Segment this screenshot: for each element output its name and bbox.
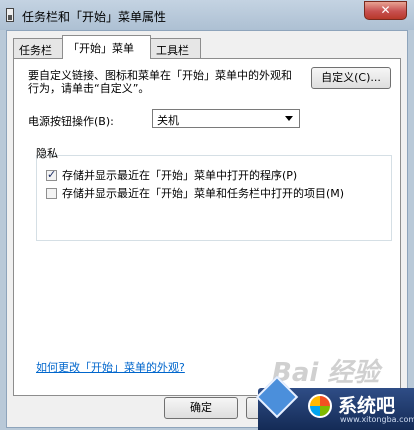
customize-description: 要自定义链接、图标和菜单在「开始」菜单中的外观和行为，请单击“自定义”。 — [28, 69, 292, 95]
baidu-watermark: Bai 经验 — [272, 358, 380, 388]
recent-programs-label: 存储并显示最近在「开始」菜单中打开的程序(P) — [62, 169, 298, 182]
customize-button[interactable]: 自定义(C)... — [311, 67, 391, 89]
ok-button[interactable]: 确定 — [164, 397, 238, 419]
close-button[interactable]: ✕ — [364, 1, 407, 20]
recent-items-label: 存储并显示最近在「开始」菜单和任务栏中打开的项目(M) — [62, 187, 345, 200]
tab-toolbars[interactable]: 工具栏 — [150, 38, 201, 58]
power-button-value: 关机 — [157, 114, 179, 127]
dropdown-arrow-icon — [285, 116, 293, 121]
power-button-select[interactable]: 关机 — [152, 109, 300, 128]
recent-programs-option[interactable]: 存储并显示最近在「开始」菜单中打开的程序(P) — [46, 167, 297, 183]
recent-programs-checkbox[interactable] — [46, 168, 57, 181]
recent-items-option[interactable]: 存储并显示最近在「开始」菜单和任务栏中打开的项目(M) — [46, 185, 344, 201]
start-menu-panel: 要自定义链接、图标和菜单在「开始」菜单中的外观和行为，请单击“自定义”。 自定义… — [13, 58, 401, 396]
tab-start-menu[interactable]: 「开始」菜单 — [62, 35, 151, 59]
brand-url: www.xitongba.com — [340, 415, 414, 424]
tab-taskbar[interactable]: 任务栏 — [13, 38, 63, 58]
title-bar: 任务栏和「开始」菜单属性 ✕ — [0, 0, 414, 30]
close-icon: ✕ — [380, 3, 391, 17]
brand-name: 系统吧 — [338, 395, 396, 417]
power-button-label: 电源按钮操作(B): — [28, 115, 114, 128]
privacy-heading: 隐私 — [36, 147, 58, 160]
xitongba-logo: 系统吧 www.xitongba.com — [255, 375, 414, 430]
help-link[interactable]: 如何更改「开始」菜单的外观? — [36, 359, 185, 375]
windows-flag-icon — [308, 394, 332, 418]
window-app-icon — [6, 8, 14, 22]
recent-items-checkbox[interactable] — [46, 188, 57, 199]
window-title: 任务栏和「开始」菜单属性 — [22, 10, 167, 24]
